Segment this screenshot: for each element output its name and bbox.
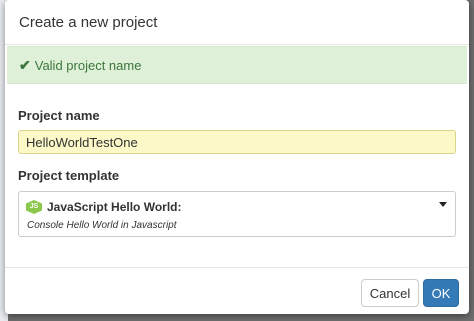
nodejs-icon: JS (26, 200, 42, 214)
project-name-label: Project name (18, 108, 100, 123)
project-template-select[interactable]: JS JavaScript Hello World: Console Hello… (18, 191, 456, 237)
validation-message: Valid project name (34, 57, 142, 73)
project-form: Project name Project template JS JavaScr… (18, 108, 456, 237)
dialog-footer: Cancel OK (5, 267, 469, 314)
cancel-button[interactable]: Cancel (361, 279, 419, 307)
project-name-input[interactable] (18, 130, 456, 154)
template-name: JavaScript Hello World: (47, 200, 182, 214)
checkmark-icon: ✔ (19, 56, 31, 73)
template-description: Console Hello World in Javascript (27, 220, 177, 231)
ok-button[interactable]: OK (423, 279, 459, 307)
project-template-label: Project template (18, 168, 120, 183)
dialog-title: Create a new project (19, 13, 158, 31)
create-project-dialog: Create a new project ✔ Valid project nam… (5, 0, 469, 314)
chevron-down-icon[interactable] (439, 202, 447, 207)
validation-alert: ✔ Valid project name (7, 46, 467, 84)
dialog-header: Create a new project (5, 0, 469, 45)
